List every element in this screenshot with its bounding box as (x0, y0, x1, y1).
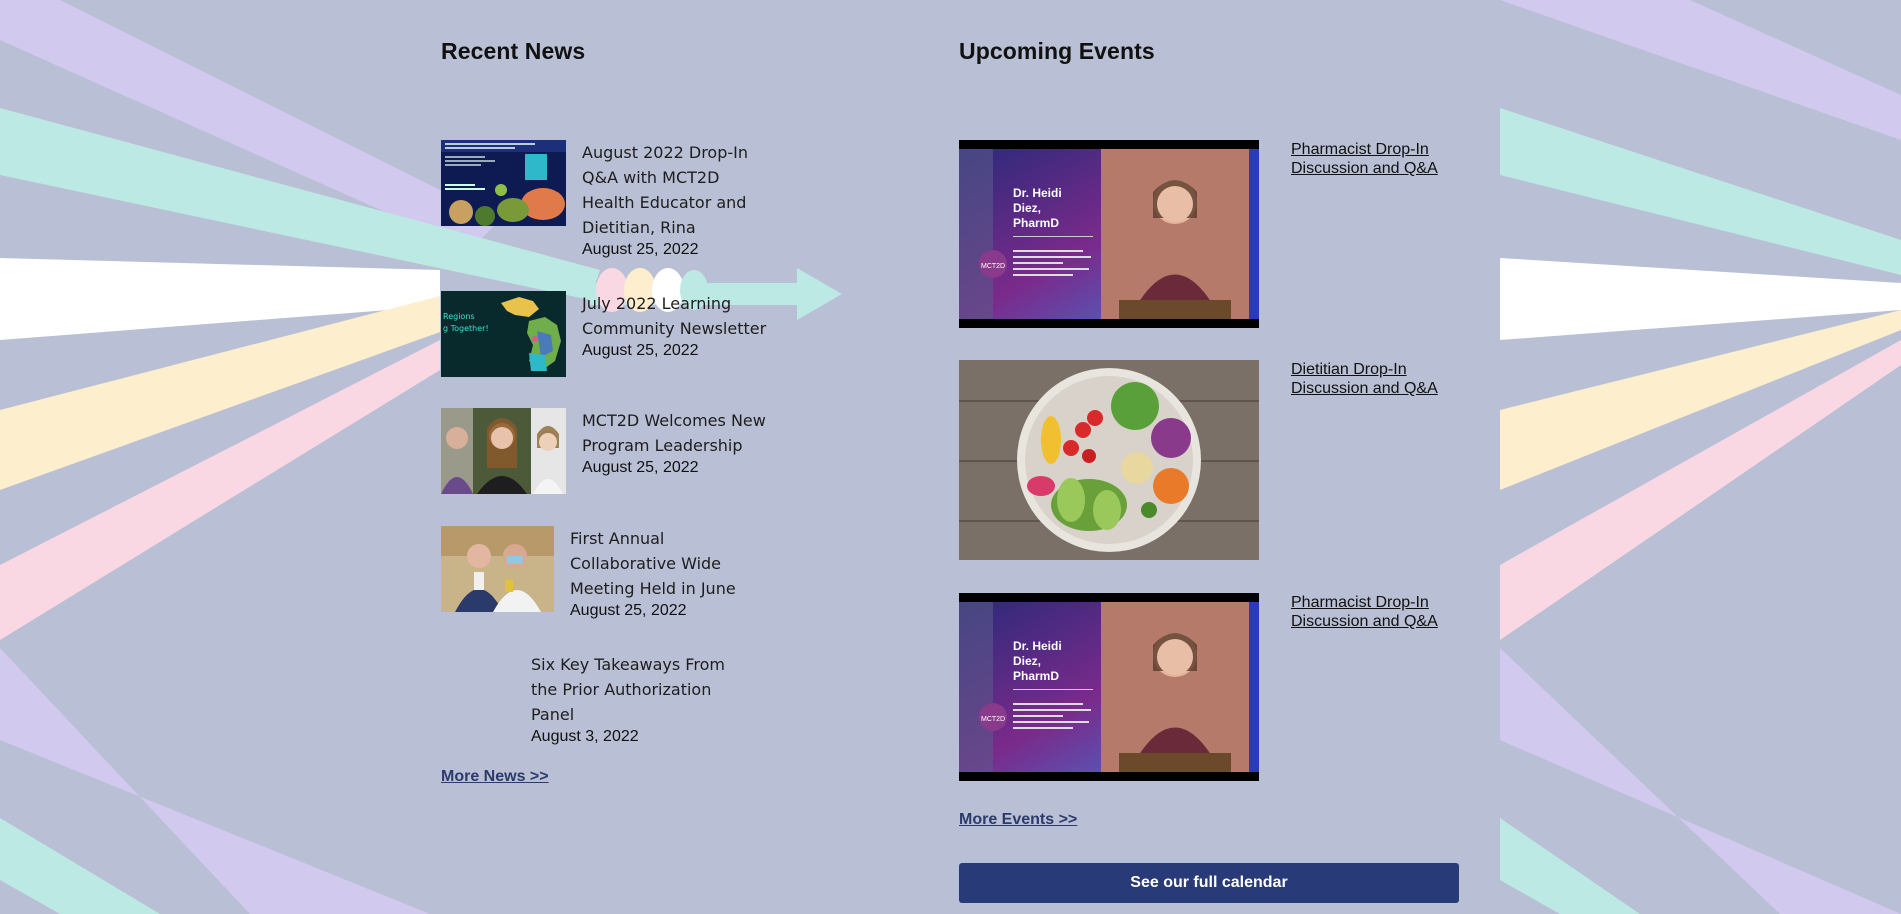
news-item-date: August 25, 2022 (570, 602, 687, 619)
more-news-link[interactable]: More News >> (441, 768, 549, 786)
news-item-date: August 3, 2022 (531, 728, 639, 745)
recent-news-section: Recent News August 2022 Drop-In Q&A with… (441, 38, 771, 785)
collage-flyer-image[interactable] (441, 140, 566, 226)
video-thumbnail[interactable]: Dr. Heidi Diez, PharmD MCT2D (959, 593, 1259, 781)
recent-news-heading: Recent News (441, 38, 586, 64)
more-events-link[interactable]: More Events >> (959, 811, 1077, 829)
news-item-title[interactable]: July 2022 Learning Community Newsletter (582, 291, 772, 341)
video-name-line-3: PharmD (1013, 669, 1059, 683)
upcoming-events-heading: Upcoming Events (959, 38, 1155, 64)
video-thumbnail[interactable]: Dr. Heidi Diez, PharmD MCT2D (959, 140, 1259, 328)
event-title-link[interactable]: Dietitian Drop-In Discussion and Q&A (1291, 360, 1451, 398)
news-item-title[interactable]: August 2022 Drop-In Q&A with MCT2D Healt… (582, 140, 772, 240)
news-item-date: August 25, 2022 (582, 342, 699, 359)
mct2d-logo: MCT2D (981, 716, 1005, 723)
news-item-date: August 25, 2022 (582, 241, 699, 258)
full-calendar-button[interactable]: See our full calendar (959, 863, 1459, 903)
michigan-map-image[interactable]: Regions g Together! (441, 291, 566, 377)
news-item-date: August 25, 2022 (582, 459, 699, 476)
video-name-line-1: Dr. Heidi (1013, 639, 1062, 653)
salad-bowl-image[interactable] (959, 360, 1259, 560)
event-title-link[interactable]: Pharmacist Drop-In Discussion and Q&A (1291, 140, 1451, 178)
meeting-photo-image[interactable] (441, 526, 554, 612)
background-stripes (0, 0, 1901, 914)
news-item-title[interactable]: MCT2D Welcomes New Program Leadership (582, 408, 772, 458)
video-name-line-2: Diez, (1013, 201, 1041, 215)
news-item-title[interactable]: Six Key Takeaways From the Prior Authori… (531, 652, 751, 727)
upcoming-events-section: Upcoming Events Dr. Heidi Diez, PharmD M… (959, 38, 1459, 903)
svg-text:Regions: Regions (443, 312, 475, 321)
mct2d-logo: MCT2D (981, 263, 1005, 270)
video-name-line-2: Diez, (1013, 654, 1041, 668)
news-item-title[interactable]: First Annual Collaborative Wide Meeting … (570, 526, 770, 601)
event-title-link[interactable]: Pharmacist Drop-In Discussion and Q&A (1291, 593, 1451, 631)
leadership-headshots-image[interactable] (441, 408, 566, 494)
video-name-line-3: PharmD (1013, 216, 1059, 230)
svg-text:g Together!: g Together! (443, 324, 489, 333)
video-name-line-1: Dr. Heidi (1013, 186, 1062, 200)
